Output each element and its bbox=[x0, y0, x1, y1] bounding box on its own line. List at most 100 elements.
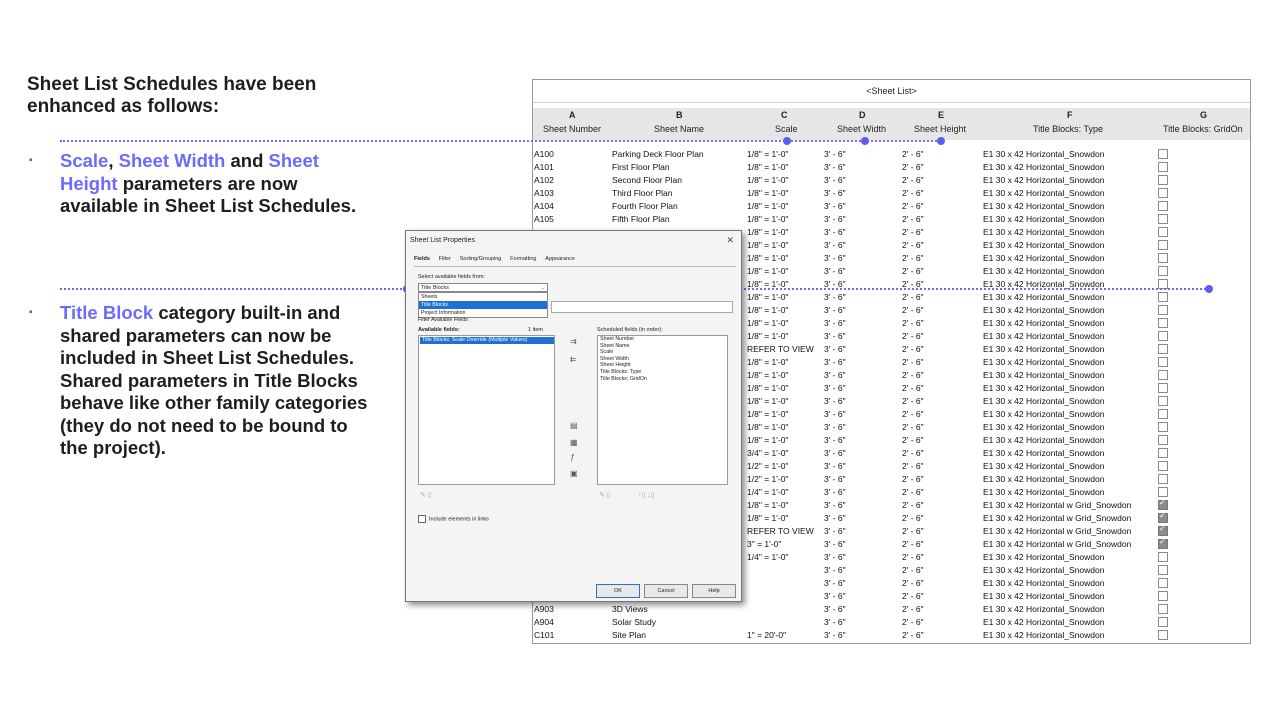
gridon-checkbox[interactable] bbox=[1158, 227, 1168, 237]
include-links-checkbox[interactable] bbox=[418, 515, 426, 523]
sheet-height-cell[interactable]: 2' - 6" bbox=[902, 513, 924, 523]
sheet-width-cell[interactable]: 3' - 6" bbox=[824, 591, 846, 601]
gridon-checkbox[interactable] bbox=[1158, 591, 1168, 601]
add-parameter-icon[interactable]: ▦ bbox=[570, 438, 578, 447]
sheet-width-cell[interactable]: 3' - 6" bbox=[824, 396, 846, 406]
help-button[interactable]: Help bbox=[692, 584, 736, 598]
sheet-height-cell[interactable]: 2' - 6" bbox=[902, 487, 924, 497]
gridon-checkbox[interactable] bbox=[1158, 474, 1168, 484]
tab-filter[interactable]: Filter bbox=[439, 256, 451, 262]
sheet-height-cell[interactable]: 2' - 6" bbox=[902, 604, 924, 614]
add-field-icon[interactable]: ⇉ bbox=[570, 337, 577, 346]
title-block-type-cell[interactable]: E1 30 x 42 Horizontal_Snowdon bbox=[983, 422, 1104, 432]
sheet-width-cell[interactable]: 3' - 6" bbox=[824, 357, 846, 367]
sheet-width-cell[interactable]: 3' - 6" bbox=[824, 253, 846, 263]
scale-cell[interactable]: 1/8" = 1'-0" bbox=[747, 305, 788, 315]
new-parameter-icon[interactable]: ▤ bbox=[570, 421, 578, 430]
sheet-number-cell[interactable]: C101 bbox=[534, 630, 554, 640]
sheet-height-cell[interactable]: 2' - 6" bbox=[902, 266, 924, 276]
tab-fields[interactable]: Fields bbox=[414, 256, 430, 262]
gridon-checkbox[interactable] bbox=[1158, 383, 1168, 393]
list-item[interactable]: Title Blocks: Scale Override (Multiple V… bbox=[420, 337, 554, 344]
sheet-number-cell[interactable]: A903 bbox=[534, 604, 554, 614]
cancel-button[interactable]: Cancel bbox=[644, 584, 688, 598]
sheet-height-cell[interactable]: 2' - 6" bbox=[902, 500, 924, 510]
scale-cell[interactable]: 1/8" = 1'-0" bbox=[747, 227, 788, 237]
scale-cell[interactable]: 1/8" = 1'-0" bbox=[747, 500, 788, 510]
sheet-width-cell[interactable]: 3' - 6" bbox=[824, 630, 846, 640]
column-header-scale[interactable]: Scale bbox=[775, 124, 798, 134]
gridon-checkbox[interactable] bbox=[1158, 461, 1168, 471]
sheet-height-cell[interactable]: 2' - 6" bbox=[902, 448, 924, 458]
title-block-type-cell[interactable]: E1 30 x 42 Horizontal_Snowdon bbox=[983, 565, 1104, 575]
dropdown-option-title-blocks[interactable]: Title Blocks bbox=[419, 301, 547, 309]
title-block-type-cell[interactable]: E1 30 x 42 Horizontal_Snowdon bbox=[983, 383, 1104, 393]
title-block-type-cell[interactable]: E1 30 x 42 Horizontal_Snowdon bbox=[983, 201, 1104, 211]
title-block-type-cell[interactable]: E1 30 x 42 Horizontal w Grid_Snowdon bbox=[983, 526, 1131, 536]
sheet-height-cell[interactable]: 2' - 6" bbox=[902, 344, 924, 354]
title-block-type-cell[interactable]: E1 30 x 42 Horizontal_Snowdon bbox=[983, 305, 1104, 315]
sheet-width-cell[interactable]: 3' - 6" bbox=[824, 617, 846, 627]
gridon-checkbox[interactable] bbox=[1158, 305, 1168, 315]
title-block-type-cell[interactable]: E1 30 x 42 Horizontal_Snowdon bbox=[983, 396, 1104, 406]
sheet-number-cell[interactable]: A100 bbox=[534, 149, 554, 159]
gridon-checkbox[interactable] bbox=[1158, 344, 1168, 354]
gridon-checkbox[interactable] bbox=[1158, 511, 1168, 523]
sheet-width-cell[interactable]: 3' - 6" bbox=[824, 292, 846, 302]
sheet-width-cell[interactable]: 3' - 6" bbox=[824, 565, 846, 575]
sheet-name-cell[interactable]: First Floor Plan bbox=[612, 162, 670, 172]
column-header-title-blocks-type[interactable]: Title Blocks: Type bbox=[1033, 124, 1103, 134]
table-row[interactable]: C101 Site Plan 1" = 20'-0" 3' - 6" 2' - 6" E1… bbox=[533, 629, 1250, 642]
title-block-type-cell[interactable]: E1 30 x 42 Horizontal w Grid_Snowdon bbox=[983, 513, 1131, 523]
sheet-height-cell[interactable]: 2' - 6" bbox=[902, 292, 924, 302]
title-block-type-cell[interactable]: E1 30 x 42 Horizontal_Snowdon bbox=[983, 552, 1104, 562]
sheet-width-cell[interactable]: 3' - 6" bbox=[824, 422, 846, 432]
gridon-checkbox[interactable] bbox=[1158, 524, 1168, 536]
title-block-type-cell[interactable]: E1 30 x 42 Horizontal_Snowdon bbox=[983, 435, 1104, 445]
title-block-type-cell[interactable]: E1 30 x 42 Horizontal_Snowdon bbox=[983, 604, 1104, 614]
gridon-checkbox[interactable] bbox=[1158, 565, 1168, 575]
sheet-height-cell[interactable]: 2' - 6" bbox=[902, 474, 924, 484]
gridon-checkbox[interactable] bbox=[1158, 498, 1168, 510]
available-fields-list[interactable]: Title Blocks: Scale Override (Multiple V… bbox=[418, 335, 555, 485]
scale-cell[interactable]: 1/8" = 1'-0" bbox=[747, 266, 788, 276]
title-block-type-cell[interactable]: E1 30 x 42 Horizontal_Snowdon bbox=[983, 292, 1104, 302]
sheet-number-cell[interactable]: A904 bbox=[534, 617, 554, 627]
scheduled-fields-list[interactable]: Sheet Number Sheet Name Scale Sheet Widt… bbox=[597, 335, 728, 485]
gridon-checkbox[interactable] bbox=[1158, 253, 1168, 263]
column-header-title-blocks-gridon[interactable]: Title Blocks: GridOn bbox=[1163, 124, 1243, 134]
gridon-checkbox[interactable] bbox=[1158, 214, 1168, 224]
sheet-width-cell[interactable]: 3' - 6" bbox=[824, 578, 846, 588]
sheet-width-cell[interactable]: 3' - 6" bbox=[824, 344, 846, 354]
sheet-width-cell[interactable]: 3' - 6" bbox=[824, 526, 846, 536]
sheet-width-cell[interactable]: 3' - 6" bbox=[824, 474, 846, 484]
sheet-width-cell[interactable]: 3' - 6" bbox=[824, 201, 846, 211]
sheet-height-cell[interactable]: 2' - 6" bbox=[902, 370, 924, 380]
gridon-checkbox[interactable] bbox=[1158, 162, 1168, 172]
table-row[interactable]: A100 Parking Deck Floor Plan 1/8" = 1'-0" 3… bbox=[533, 148, 1250, 161]
sheet-width-cell[interactable]: 3' - 6" bbox=[824, 552, 846, 562]
gridon-checkbox[interactable] bbox=[1158, 448, 1168, 458]
sheet-width-cell[interactable]: 3' - 6" bbox=[824, 331, 846, 341]
sheet-height-cell[interactable]: 2' - 6" bbox=[902, 188, 924, 198]
list-item[interactable]: Title Blocks: GridOn bbox=[598, 376, 727, 383]
title-block-type-cell[interactable]: E1 30 x 42 Horizontal_Snowdon bbox=[983, 474, 1104, 484]
title-block-type-cell[interactable]: E1 30 x 42 Horizontal w Grid_Snowdon bbox=[983, 500, 1131, 510]
edit-parameter-icon[interactable]: ✎ ▯ bbox=[420, 491, 432, 499]
gridon-checkbox[interactable] bbox=[1158, 537, 1168, 549]
title-block-type-cell[interactable]: E1 30 x 42 Horizontal_Snowdon bbox=[983, 175, 1104, 185]
sheet-width-cell[interactable]: 3' - 6" bbox=[824, 370, 846, 380]
sheet-name-cell[interactable]: 3D Views bbox=[612, 604, 648, 614]
sheet-height-cell[interactable]: 2' - 6" bbox=[902, 331, 924, 341]
column-header-sheet-number[interactable]: Sheet Number bbox=[543, 124, 601, 134]
gridon-checkbox[interactable] bbox=[1158, 630, 1168, 640]
gridon-checkbox[interactable] bbox=[1158, 617, 1168, 627]
sheet-height-cell[interactable]: 2' - 6" bbox=[902, 240, 924, 250]
sheet-height-cell[interactable]: 2' - 6" bbox=[902, 357, 924, 367]
sheet-height-cell[interactable]: 2' - 6" bbox=[902, 149, 924, 159]
sheet-height-cell[interactable]: 2' - 6" bbox=[902, 461, 924, 471]
scale-cell[interactable]: 1/4" = 1'-0" bbox=[747, 487, 788, 497]
tab-formatting[interactable]: Formatting bbox=[510, 256, 536, 262]
sheet-width-cell[interactable]: 3' - 6" bbox=[824, 227, 846, 237]
sheet-number-cell[interactable]: A101 bbox=[534, 162, 554, 172]
